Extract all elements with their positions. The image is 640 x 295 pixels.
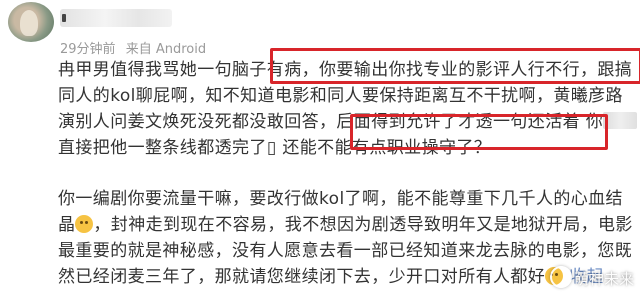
avatar[interactable] (8, 2, 54, 42)
post-source: 来自 Android (125, 42, 207, 57)
username-blurred[interactable] (60, 9, 172, 27)
post-content: 冉甲男值得我骂她一句脑子有病，你要输出你找专业的影评人行不行，跟搞同人的kol聊… (58, 57, 638, 290)
paragraph-1-text-c: 还能不能有点职业操守了？ (276, 138, 492, 158)
watermark-logo-icon (549, 266, 572, 288)
paragraph-1-text-a: 冉甲男值得我骂她一句脑子有病，你要输出你找专业的影评人行不行，跟搞同人的kol聊… (58, 60, 633, 132)
thinking-emoji (75, 215, 94, 233)
paragraph-1: 冉甲男值得我骂她一句脑子有病，你要输出你找专业的影评人行不行，跟搞同人的kol聊… (58, 57, 638, 161)
watermark: 萌神未来 (549, 266, 634, 289)
paragraph-1-text-b: 直接把他一整条线都透完了 (58, 138, 267, 158)
post-time: 29分钟前 (60, 42, 116, 57)
redacted-name (603, 112, 638, 129)
empty-box-glyph: ▯ (266, 138, 277, 158)
post-meta: 29分钟前 来自 Android (60, 38, 212, 57)
watermark-text: 萌神未来 (573, 270, 634, 288)
